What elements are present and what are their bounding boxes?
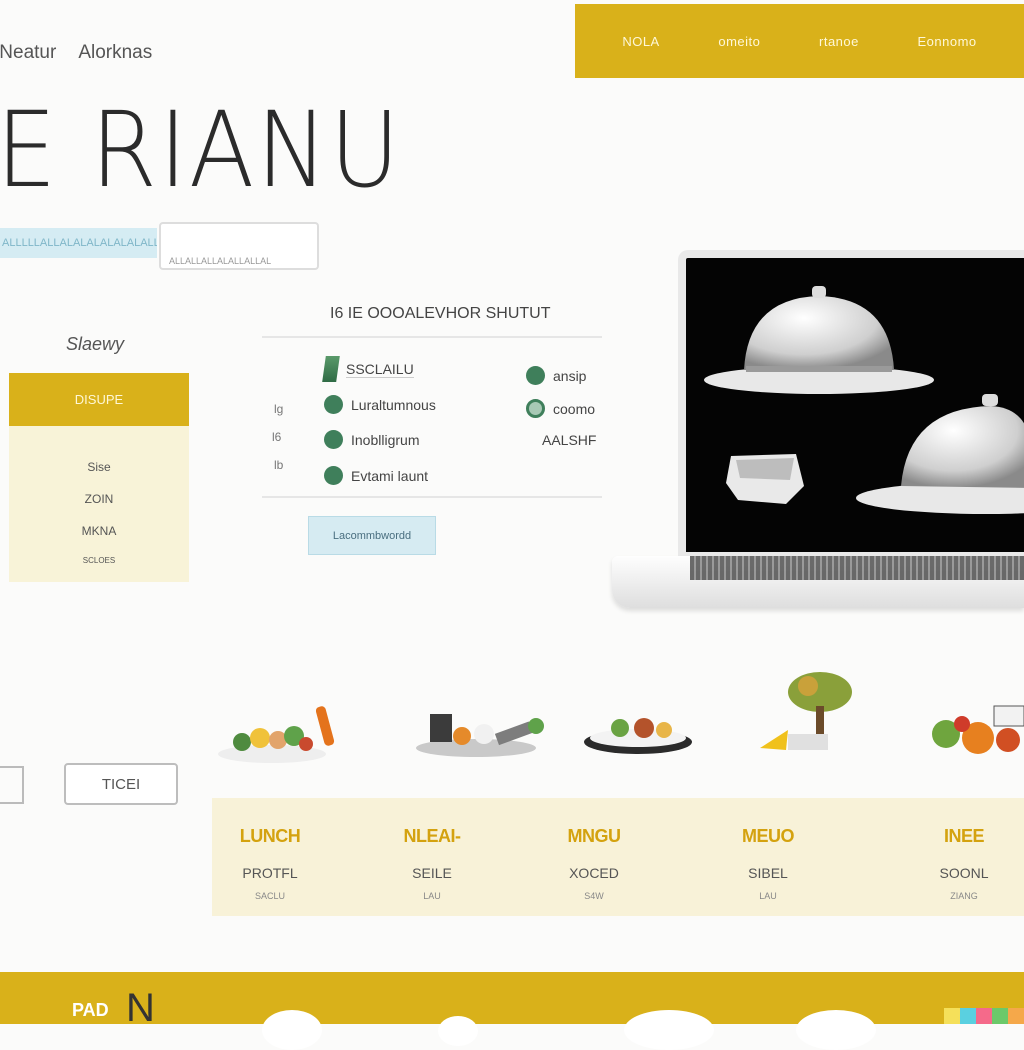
category-label: SIBEL [748, 865, 788, 881]
order-button[interactable]: Lacommbwordd [308, 516, 436, 555]
laptop-screen-image [678, 250, 1024, 560]
menu-item-label: AALSHF [542, 432, 597, 448]
top-link-2[interactable]: Alorknas [78, 42, 152, 64]
side-menu-item[interactable]: SCLOES [83, 556, 115, 565]
category-sub: ZIANG [950, 891, 978, 901]
footer-circle-icon[interactable] [624, 1010, 714, 1050]
side-number: lg [274, 402, 284, 416]
category-item[interactable]: MEUO SIBEL LAU [708, 826, 828, 901]
category-item[interactable]: NLEAI- SEILE LAU [372, 826, 492, 901]
side-menu-title: Slaewy [66, 334, 125, 354]
menu-item-right[interactable]: coomo [526, 399, 595, 418]
brand-title: E RIANU [0, 89, 402, 211]
footer-letter: N [126, 986, 155, 1030]
footer-circle-icon[interactable] [438, 1016, 478, 1046]
menu-item-right[interactable]: AALSHF [542, 432, 596, 448]
food-image-vegetables [928, 700, 1024, 760]
category-sub: LAU [423, 891, 441, 901]
leaf-icon [322, 356, 340, 382]
menu-item-label: Evtami launt [351, 467, 429, 484]
category-sub: S4W [584, 891, 604, 901]
side-number: l6 [272, 430, 282, 444]
nav-item-2[interactable]: omeito [718, 34, 760, 49]
footer-logo: PAD [72, 1000, 109, 1020]
search-input[interactable]: ALLALLALLALALLALLAL [159, 222, 319, 270]
bullet-icon [324, 395, 343, 414]
menu-item-label: coomo [553, 400, 596, 417]
radio-icon [526, 399, 545, 418]
side-menu-item[interactable]: Sise [87, 460, 110, 474]
menu-heading: I6 IE OOOALEVHOR SHUTUT [330, 305, 551, 322]
category-label: PROTFL [242, 865, 298, 881]
category-title: MNGU [567, 826, 622, 846]
category-item[interactable]: MNGU XOCED S4W [534, 826, 654, 901]
side-menu-item[interactable]: ZOIN [85, 492, 114, 506]
bullet-icon [324, 430, 343, 449]
reserve-button[interactable]: TICEI [64, 763, 178, 805]
color-strip [944, 1008, 1024, 1024]
category-title: MEUO [742, 826, 795, 846]
menu-item[interactable]: Luraltumnous [324, 395, 436, 414]
category-title: INEE [943, 826, 985, 846]
menu-item-label: SSCLAILU [346, 360, 414, 378]
category-title: LUNCH [239, 826, 301, 846]
menu-item-right[interactable]: ansip [526, 366, 586, 385]
divider [262, 336, 602, 338]
prev-button[interactable] [0, 766, 24, 804]
nav-item-4[interactable]: Eonnomo [918, 34, 977, 49]
nav-item-1[interactable]: NOLA [622, 34, 659, 49]
food-image-grill [412, 704, 552, 760]
cloche-illustration [704, 286, 1024, 514]
top-left-nav: INeatur Alorknas [0, 42, 152, 64]
menu-item-label: Inoblligrum [351, 431, 420, 448]
side-menu-panel: Sise ZOIN MKNA SCLOES [9, 426, 189, 582]
category-sub: LAU [759, 891, 777, 901]
footer-circle-icon[interactable] [262, 1010, 322, 1050]
menu-item[interactable]: Inoblligrum [324, 430, 419, 449]
side-menu-header[interactable]: DISUPE [9, 373, 189, 426]
bullet-icon [526, 366, 545, 385]
category-item[interactable]: INEE SOONL ZIANG [904, 826, 1024, 901]
category-label: SOONL [939, 865, 989, 881]
menu-item-label: ansip [553, 367, 587, 384]
search-placeholder: ALLALLALLALALLALLAL [169, 256, 272, 266]
category-title: NLEAI- [403, 826, 462, 846]
bullet-icon [324, 466, 343, 485]
nav-item-3[interactable]: rtanoe [819, 34, 859, 49]
food-image-salad [214, 696, 342, 766]
side-number: lb [274, 458, 284, 472]
footer-circle-icon[interactable] [796, 1010, 876, 1050]
category-sub: SACLU [254, 891, 285, 901]
category-label: SEILE [412, 865, 452, 881]
category-item[interactable]: LUNCH PROTFL SACLU [210, 826, 330, 901]
category-label: XOCED [569, 865, 619, 881]
main-nav-bar: NOLA omeito rtanoe Eonnomo [575, 4, 1024, 78]
menu-item[interactable]: Evtami launt [324, 466, 428, 485]
food-image-platter [582, 710, 696, 758]
search-banner: ALLLLLALLALALALALALALALLLAALLALALALALA [0, 228, 157, 258]
side-menu-item[interactable]: MKNA [82, 524, 117, 538]
laptop-keyboard [690, 556, 1024, 580]
menu-item[interactable]: SSCLAILU [322, 356, 414, 382]
food-image-tree-dessert [758, 668, 854, 758]
menu-item-label: Luraltumnous [351, 396, 436, 413]
divider [262, 496, 602, 498]
top-link-1[interactable]: INeatur [0, 42, 56, 64]
